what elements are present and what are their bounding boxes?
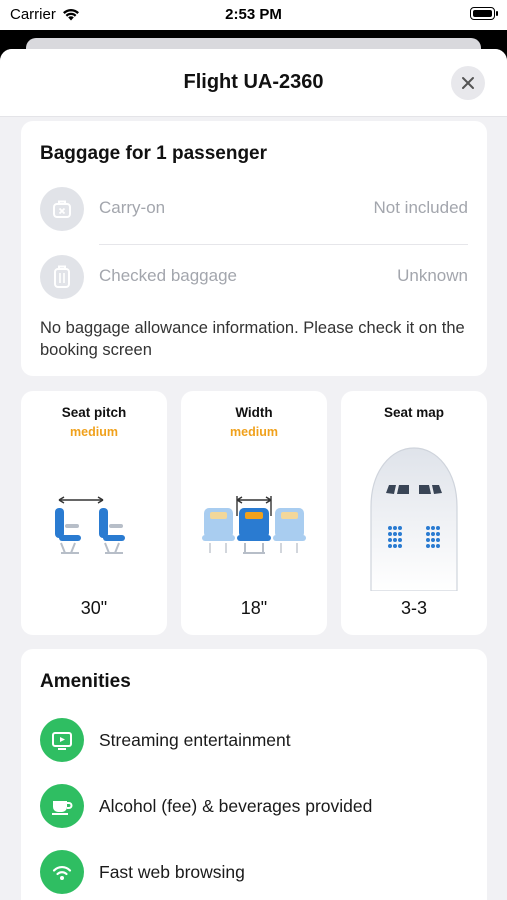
seat-map-value: 3-3 [400,598,427,618]
checked-baggage-label: Checked baggage [99,266,238,285]
baggage-title: Baggage for 1 passenger [40,143,268,164]
amenities-title: Amenities [40,671,131,692]
carry-on-value: Not included [373,198,468,217]
baggage-row-carry-on: Carry-on Not included [40,183,468,235]
plane-seat-map-icon [370,447,458,591]
flight-details-sheet: Flight UA-2360 Baggage for 1 passenger C… [0,49,507,900]
battery-icon [470,7,498,20]
seat-width-card[interactable]: Width medium 18" [181,391,327,635]
close-icon [462,77,474,89]
baggage-note: No baggage allowance information. Please… [40,319,465,359]
tv-play-icon [40,718,84,762]
amenity-label: Streaming entertainment [99,730,291,750]
amenities-card: Amenities Streaming entertainment Alcoho… [21,649,487,900]
amenity-label: Fast web browsing [99,862,245,882]
status-bar: Carrier 2:53 PM [0,0,507,30]
baggage-card: Baggage for 1 passenger Carry-on Not inc… [21,121,487,376]
seat-map-card[interactable]: Seat map 3-3 [341,391,487,635]
baggage-row-checked: Checked baggage Unknown [40,251,468,303]
close-button[interactable] [451,66,485,100]
clock: 2:53 PM [225,6,282,23]
carry-on-label: Carry-on [99,198,166,217]
suitcase-icon [40,255,84,299]
sheet-header: Flight UA-2360 [0,49,507,117]
divider [99,244,468,245]
checked-baggage-value: Unknown [397,266,468,285]
seat-pitch-value: 30" [80,598,108,618]
carry-on-bag-icon [40,187,84,231]
cup-icon [40,784,84,828]
wifi-icon [40,850,84,894]
amenity-row-streaming: Streaming entertainment [40,718,468,768]
amenity-label: Alcohol (fee) & beverages provided [99,796,373,816]
seat-pitch-card[interactable]: Seat pitch medium 30" [21,391,167,635]
amenity-row-wifi: Fast web browsing [40,850,468,900]
seat-width-icon [202,496,306,554]
amenity-row-beverages: Alcohol (fee) & beverages provided [40,784,468,834]
seat-width-value: 18" [240,598,268,618]
sheet-title: Flight UA-2360 [183,71,324,93]
seat-pitch-icon [55,496,125,554]
